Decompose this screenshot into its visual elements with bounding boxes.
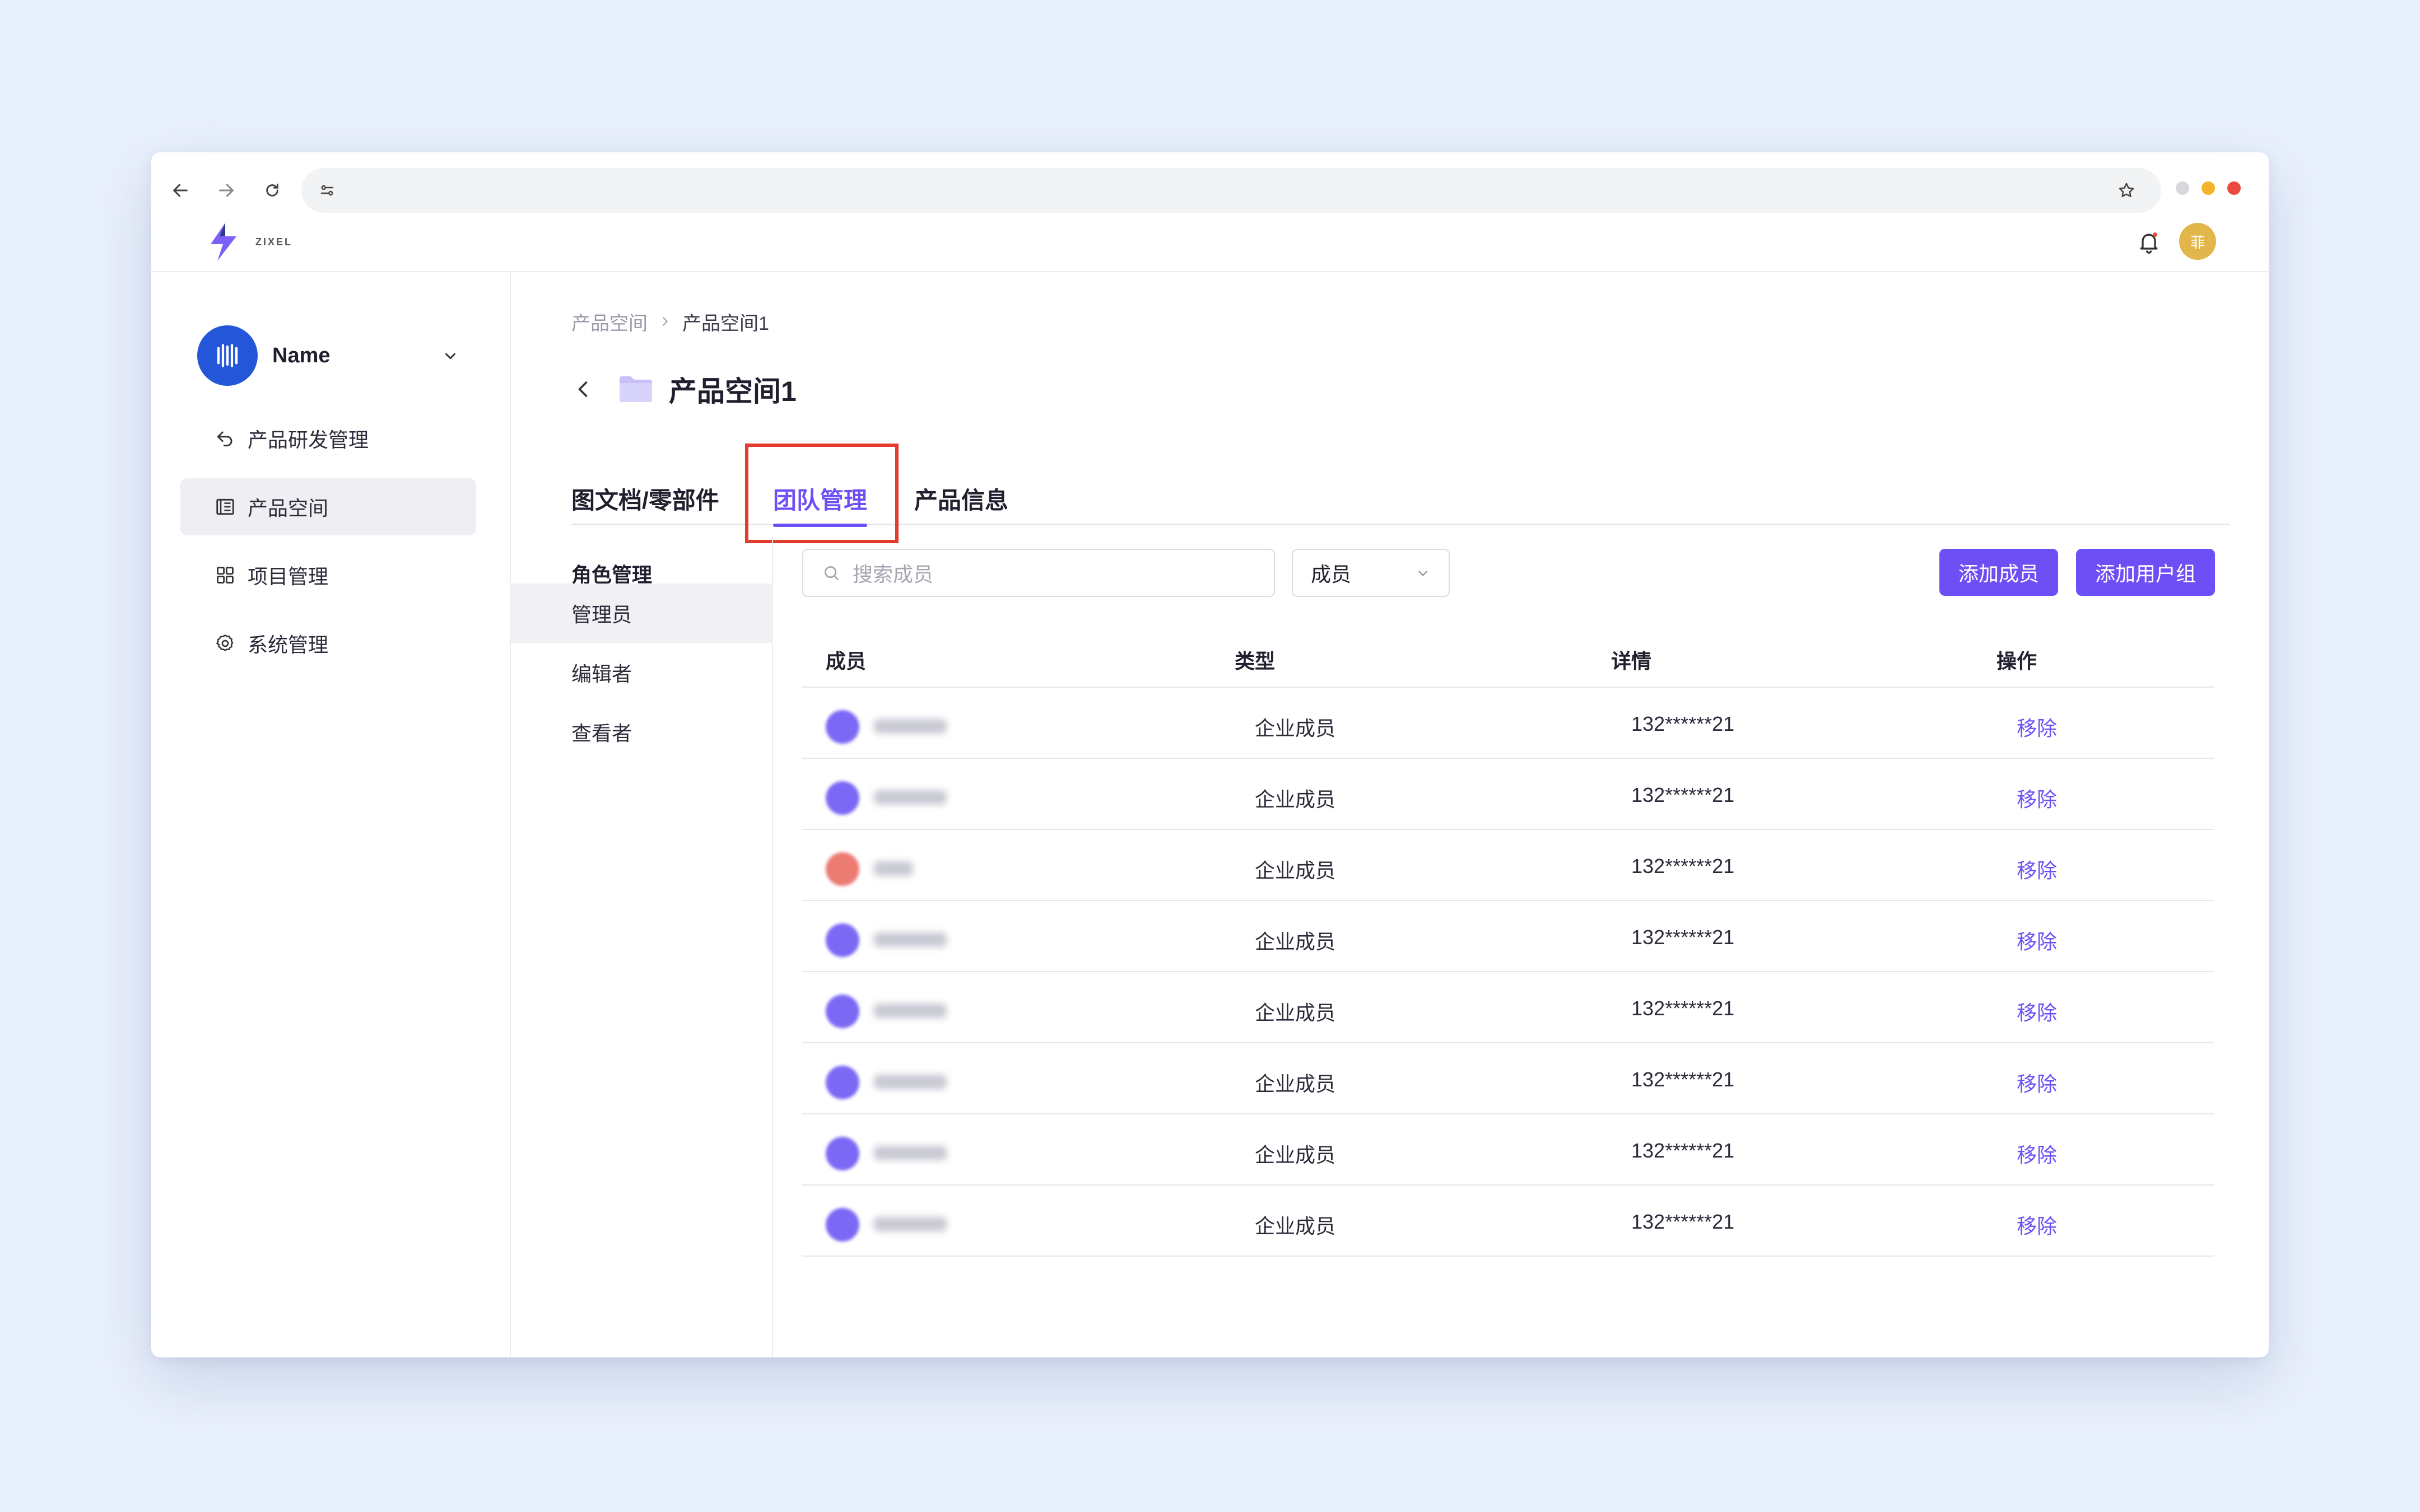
column-header-detail: 详情 [1611, 650, 1652, 673]
sidebar-item-product-rd[interactable]: 产品研发管理 [180, 410, 476, 467]
table-row: 企业成员 132******21 移除 [802, 759, 2214, 830]
back-arrow-icon [213, 426, 238, 451]
logo-text: ZIXEL [255, 236, 293, 248]
zixel-logo-icon [211, 223, 236, 261]
gear-icon [213, 631, 238, 656]
member-name-blurred [874, 932, 947, 947]
members-table: 成员 类型 详情 操作 企业成员 132******21 移除 企业成员 132****… [802, 623, 2214, 1257]
sidebar-item-projects[interactable]: 项目管理 [180, 547, 476, 604]
add-user-group-button[interactable]: 添加用户组 [2076, 549, 2215, 596]
page-title: 产品空间1 [669, 376, 797, 407]
breadcrumb-root[interactable]: 产品空间 [571, 308, 648, 335]
workspace-switcher[interactable]: Name [197, 325, 460, 386]
member-name-blurred [874, 1217, 947, 1231]
window-dot-red[interactable] [2227, 181, 2241, 195]
site-settings-icon[interactable] [315, 178, 339, 203]
select-value: 成员 [1311, 563, 1352, 586]
sidebar: Name 产品研发管理 产品空间 项目管理 系统管理 [151, 272, 511, 1357]
roles-panel: 角色管理 管理员 编辑者 查看者 [511, 536, 773, 1357]
folder-icon [620, 376, 652, 402]
add-member-button[interactable]: 添加成员 [1939, 549, 2058, 596]
breadcrumb-current: 产品空间1 [682, 313, 769, 334]
column-header-member: 成员 [826, 650, 867, 673]
table-row: 企业成员 132******21 移除 [802, 1043, 2214, 1114]
chevron-down-icon [1414, 564, 1432, 582]
member-avatar [826, 1137, 859, 1170]
browser-back-icon[interactable] [168, 178, 193, 203]
space-icon [213, 494, 238, 519]
back-icon[interactable] [571, 377, 596, 402]
sidebar-menu: 产品研发管理 产品空间 项目管理 系统管理 [180, 410, 476, 683]
member-name-blurred [874, 1075, 947, 1089]
tab-documents-parts[interactable]: 图文档/零部件 [571, 472, 719, 525]
app-window: ZIXEL 菲 Name 产品研发管理 产品空间 项目管理 系统管理 产品空间 … [151, 152, 2269, 1357]
chevron-right-icon [659, 311, 671, 333]
sidebar-item-label: 产品研发管理 [248, 428, 369, 451]
role-editor[interactable]: 编辑者 [511, 643, 773, 702]
column-header-type: 类型 [1235, 650, 1276, 673]
search-placeholder: 搜索成员 [853, 563, 934, 586]
grid-icon [213, 563, 238, 587]
window-dot-yellow[interactable] [2202, 181, 2215, 195]
search-input[interactable]: 搜索成员 [802, 549, 1275, 597]
workspace-logo-icon [197, 325, 258, 386]
sidebar-item-label: 产品空间 [248, 497, 329, 520]
table-row: 企业成员 132******21 移除 [802, 688, 2214, 759]
sidebar-item-system[interactable]: 系统管理 [180, 615, 476, 672]
browser-reload-icon[interactable] [260, 178, 285, 203]
workspace-name: Name [272, 343, 331, 367]
member-avatar [826, 781, 859, 815]
breadcrumb: 产品空间 产品空间1 [571, 308, 769, 335]
bookmark-star-icon[interactable] [2114, 178, 2139, 203]
user-avatar[interactable]: 菲 [2179, 223, 2216, 260]
sidebar-item-label: 系统管理 [248, 633, 329, 656]
notification-bell-icon[interactable] [2132, 225, 2166, 259]
member-avatar [826, 1066, 859, 1099]
browser-forward-icon[interactable] [214, 178, 239, 203]
tab-product-info[interactable]: 产品信息 [914, 472, 1008, 525]
table-row: 企业成员 132******21 移除 [802, 1114, 2214, 1186]
member-avatar [826, 710, 859, 744]
app-logo[interactable]: ZIXEL [203, 218, 315, 265]
table-row: 企业成员 132******21 移除 [802, 830, 2214, 901]
highlight-box [745, 444, 899, 543]
table-header: 成员 类型 详情 操作 [802, 623, 2214, 688]
table-row: 企业成员 132******21 移除 [802, 1186, 2214, 1257]
table-row: 企业成员 132******21 移除 [802, 901, 2214, 972]
member-name-blurred [874, 719, 947, 734]
member-avatar [826, 923, 859, 957]
window-dot-gray[interactable] [2176, 181, 2189, 195]
member-avatar [826, 1208, 859, 1242]
member-name-blurred [874, 861, 913, 876]
sidebar-item-label: 项目管理 [248, 565, 329, 588]
member-name-blurred [874, 1004, 947, 1018]
sidebar-item-product-space[interactable]: 产品空间 [180, 478, 476, 535]
member-name-blurred [874, 790, 947, 805]
member-avatar [826, 852, 859, 886]
chevron-down-icon[interactable] [440, 346, 460, 366]
page-header: 产品空间1 [571, 364, 797, 414]
member-name-blurred [874, 1146, 947, 1160]
column-header-action: 操作 [1997, 650, 2037, 673]
role-admin[interactable]: 管理员 [511, 584, 773, 643]
member-avatar [826, 995, 859, 1028]
table-row: 企业成员 132******21 移除 [802, 972, 2214, 1043]
address-bar[interactable] [301, 168, 2161, 213]
member-type-select[interactable]: 成员 [1292, 549, 1450, 597]
search-icon [820, 562, 843, 584]
role-viewer[interactable]: 查看者 [511, 702, 773, 762]
